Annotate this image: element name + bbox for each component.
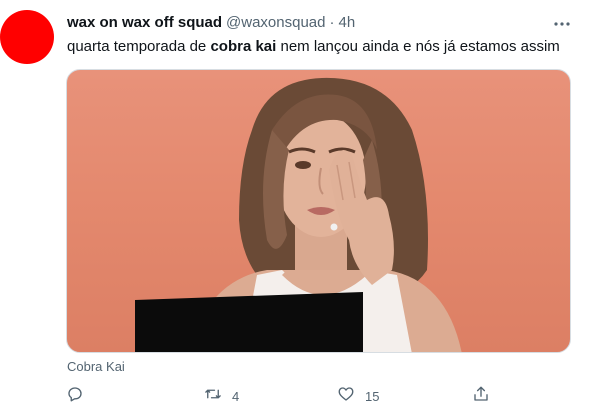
retweet-count: 4 xyxy=(232,388,240,404)
reply-icon xyxy=(66,385,84,408)
like-count: 15 xyxy=(365,388,380,404)
retweet-button[interactable]: 4 xyxy=(204,384,239,408)
author-handle[interactable]: @waxonsquad xyxy=(226,13,325,33)
more-icon[interactable] xyxy=(553,15,571,33)
avatar[interactable] xyxy=(0,10,54,64)
like-button[interactable]: 15 xyxy=(337,384,379,408)
tweet-text: quarta temporada de cobra kai nem lançou… xyxy=(67,37,577,57)
tweet-time[interactable]: 4h xyxy=(339,13,356,33)
separator-dot: · xyxy=(329,14,335,31)
action-bar: 4 15 xyxy=(0,384,589,408)
tweet-header: wax on wax off squad @waxonsquad · 4h xyxy=(67,13,355,33)
reply-button[interactable] xyxy=(66,384,94,408)
tweet-media[interactable] xyxy=(66,69,571,353)
retweet-icon xyxy=(204,385,222,408)
heart-icon xyxy=(337,385,355,408)
share-icon xyxy=(472,385,490,408)
tweet-text-bold: cobra kai xyxy=(210,38,277,55)
media-caption[interactable]: Cobra Kai xyxy=(67,359,125,375)
tweet-text-before: quarta temporada de xyxy=(67,38,211,55)
media-photo xyxy=(135,77,462,352)
tweet-text-after: nem lançou ainda e nós já estamos assim xyxy=(276,38,560,55)
author-name[interactable]: wax on wax off squad xyxy=(67,13,222,33)
share-button[interactable] xyxy=(472,384,490,408)
